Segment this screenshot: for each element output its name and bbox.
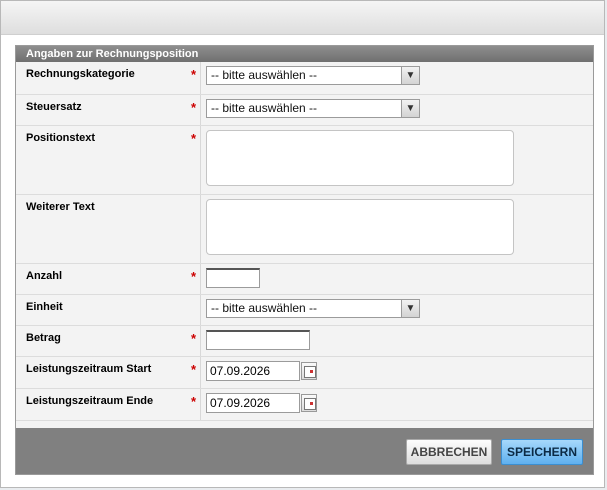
field-label: Anzahl * [16,263,201,295]
required-marker: * [190,99,196,115]
field-control: -- bitte auswählen -- ▼ [200,94,593,126]
weiterer-text-label: Weiterer Text [26,200,95,213]
save-button[interactable]: SPEICHERN [501,439,583,465]
positionstext-textarea[interactable] [206,129,514,186]
steuersatz-label: Steuersatz [26,100,82,113]
cancel-button[interactable]: ABBRECHEN [406,439,492,465]
form-table: Rechnungskategorie * -- bitte auswählen … [16,62,593,421]
row-leistungszeitraum-start: Leistungszeitraum Start * 07.09.2026 [16,356,593,389]
row-rechnungskategorie: Rechnungskategorie * -- bitte auswählen … [16,62,593,95]
row-weiterer-text: Weiterer Text [16,194,593,264]
field-label: Steuersatz * [16,94,201,126]
einheit-selected-value: -- bitte auswählen -- [211,300,318,315]
field-control: -- bitte auswählen -- ▼ [200,62,593,95]
dialog-footer: ABBRECHEN SPEICHERN [16,428,593,474]
field-control: -- bitte auswählen -- ▼ [200,294,593,326]
chevron-down-icon[interactable]: ▼ [401,67,419,84]
positionstext-label: Positionstext [26,131,96,144]
steuersatz-selected-value: -- bitte auswählen -- [211,100,318,115]
row-betrag: Betrag * [16,325,593,357]
leistungszeitraum-ende-label: Leistungszeitraum Ende [26,394,154,407]
required-marker: * [190,361,196,377]
betrag-input[interactable] [206,329,310,350]
row-leistungszeitraum-ende: Leistungszeitraum Ende * 07.09.2026 [16,388,593,421]
calendar-icon[interactable] [301,361,317,380]
field-label: Positionstext * [16,125,201,195]
calendar-icon[interactable] [301,393,317,412]
field-control [200,125,593,195]
rechnungskategorie-selected-value: -- bitte auswählen -- [211,68,318,82]
einheit-select[interactable]: -- bitte auswählen -- ▼ [206,298,420,318]
field-label: Rechnungskategorie * [16,62,201,95]
rechnungskategorie-select[interactable]: -- bitte auswählen -- ▼ [206,66,420,85]
row-anzahl: Anzahl * [16,263,593,295]
required-marker: * [190,268,196,284]
leistungszeitraum-ende-input[interactable]: 07.09.2026 [206,392,300,413]
field-label: Betrag * [16,325,201,357]
field-control: 07.09.2026 [200,356,593,389]
anzahl-input[interactable] [206,267,260,288]
weiterer-text-textarea[interactable] [206,198,514,255]
einheit-label: Einheit [26,300,63,313]
leistungszeitraum-start-input[interactable]: 07.09.2026 [206,360,300,381]
required-marker: * [190,330,196,346]
rechnungskategorie-label: Rechnungskategorie [26,68,135,80]
row-steuersatz: Steuersatz * -- bitte auswählen -- ▼ [16,94,593,126]
anzahl-label: Anzahl [26,269,63,282]
date-field: 07.09.2026 [206,360,593,381]
field-control [200,325,593,357]
field-control [200,263,593,295]
steuersatz-select[interactable]: -- bitte auswählen -- ▼ [206,98,420,118]
form-panel: Angaben zur Rechnungsposition Rechnungsk… [15,45,594,475]
field-control: 07.09.2026 [200,388,593,421]
dialog-titlebar[interactable] [1,1,604,35]
required-marker: * [190,67,196,82]
date-field: 07.09.2026 [206,392,593,413]
required-marker: * [190,393,196,409]
field-control [200,194,593,264]
leistungszeitraum-start-label: Leistungszeitraum Start [26,362,152,375]
betrag-label: Betrag [26,331,61,344]
chevron-down-icon[interactable]: ▼ [401,99,419,117]
chevron-down-icon[interactable]: ▼ [401,299,419,317]
field-label: Weiterer Text [16,194,201,264]
required-marker: * [190,130,196,146]
field-label: Einheit [16,294,201,326]
dialog: Angaben zur Rechnungsposition Rechnungsk… [0,0,605,488]
row-positionstext: Positionstext * [16,125,593,195]
field-label: Leistungszeitraum Start * [16,356,201,389]
section-title: Angaben zur Rechnungsposition [16,46,593,62]
field-label: Leistungszeitraum Ende * [16,388,201,421]
row-einheit: Einheit -- bitte auswählen -- ▼ [16,294,593,326]
